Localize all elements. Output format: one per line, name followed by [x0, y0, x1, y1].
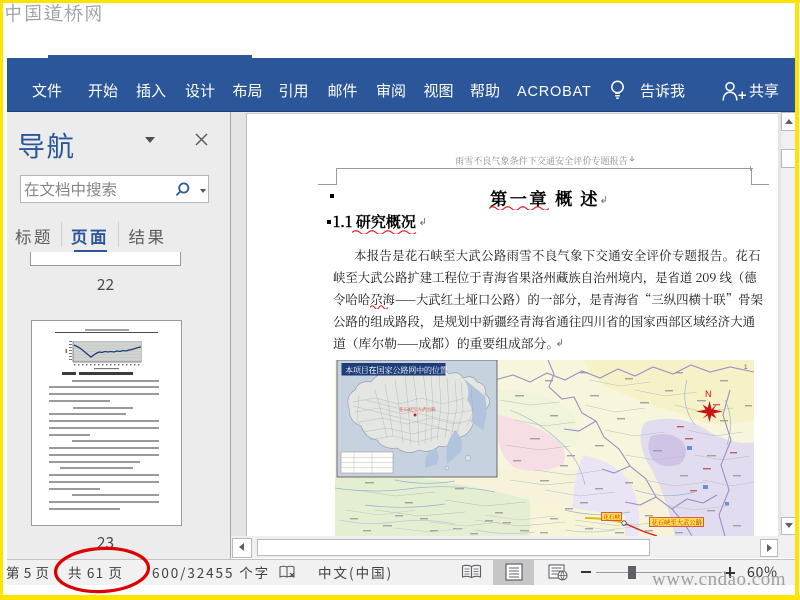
svg-text:花石峡: 花石峡: [603, 512, 621, 521]
svg-text:1: 1: [744, 364, 748, 371]
svg-text:花石峡至大武公路: 花石峡至大武公路: [651, 518, 702, 527]
svg-text:N: N: [705, 389, 712, 399]
svg-text:本项目在国家公路网中的位置: 本项目在国家公路网中的位置: [345, 365, 448, 376]
svg-text:花石峡至大武公路: 花石峡至大武公路: [399, 406, 436, 413]
